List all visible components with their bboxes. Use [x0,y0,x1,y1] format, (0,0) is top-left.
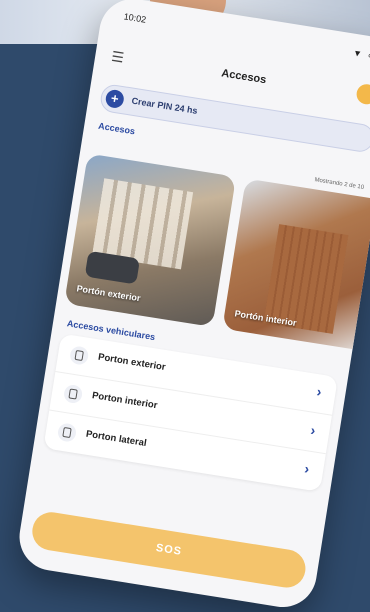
phone-screen: 10:02 ▼ ∞ ☰ Accesos + Crear PIN 24 hs Ac… [14,0,370,612]
wifi-icon: ▼ ∞ [352,47,370,62]
remote-icon [62,383,84,405]
access-card-label: Portón exterior [75,283,142,304]
vehicular-item-label: Porton interior [91,390,159,412]
remote-icon [68,345,90,366]
access-card-interior[interactable]: Portón interior [222,178,370,352]
plus-icon: + [104,88,126,110]
chevron-right-icon: › [309,421,317,439]
chevron-right-icon: › [315,383,323,400]
chevron-right-icon: › [303,460,311,477]
access-card-exterior[interactable]: Portón exterior [64,153,237,327]
create-pin-label: Crear PIN 24 hs [130,95,199,116]
vehicular-item-label: Porton lateral [85,428,148,450]
vehicular-list: Porton exterior › Porton interior › Port… [43,333,338,492]
status-time: 10:02 [123,11,147,25]
showing-count: Mostrando 2 de 10 [314,177,365,191]
remote-icon [56,422,78,443]
avatar[interactable] [355,82,370,106]
vehicular-item-label: Porton exterior [97,351,167,374]
sos-button[interactable]: SOS [29,509,309,591]
accesses-section-title: Accesos [97,120,136,137]
